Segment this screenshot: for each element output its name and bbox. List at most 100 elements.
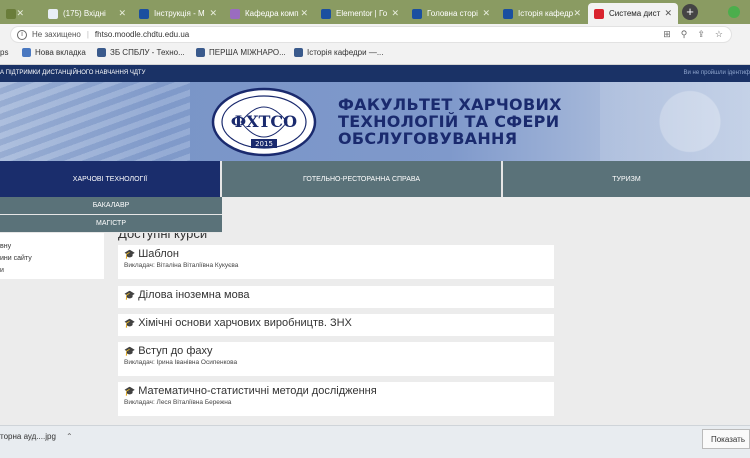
show-all-downloads-button[interactable]: Показать xyxy=(701,429,750,449)
course-teacher: Викладач: Ірина Іванівна Осипенкова xyxy=(124,359,238,366)
graduation-cap-icon: 🎓 xyxy=(124,248,136,259)
course-teacher: Викладач: Віталіна Віталіївна Кукуєва xyxy=(124,262,239,269)
course-title[interactable]: Хімічні основи харчових виробництв. ЗНХ xyxy=(138,317,352,329)
browser-tab-3[interactable]: Кафедра комп ✕ xyxy=(224,3,314,24)
bookmark-favicon-icon xyxy=(196,48,205,57)
address-bar-actions: ⊞ ⚲ ⇪ ☆ xyxy=(663,29,723,40)
tab-label: Головна сторі xyxy=(427,9,478,18)
faculty-banner: ФХТСО 2015 ФАКУЛЬТЕТ ХАРЧОВИХ ТЕХНОЛОГІЙ… xyxy=(0,82,750,161)
browser-tab-0[interactable]: ✕ xyxy=(0,3,30,24)
course-teacher: Викладач: Леся Віталіївна Бережна xyxy=(124,399,232,406)
download-item[interactable]: торна ауд....jpg xyxy=(0,432,56,441)
faculty-title-line: ТЕХНОЛОГІЙ ТА СФЕРИ xyxy=(338,112,560,131)
url-text[interactable]: fhtso.moodle.chdtu.edu.ua xyxy=(95,30,189,39)
divider: | xyxy=(86,30,89,39)
bookmark-label: ЗБ СПБЛУ - Техно... xyxy=(110,48,185,57)
chevron-up-icon[interactable]: ⌃ xyxy=(66,432,73,441)
sidebar-item[interactable]: и xyxy=(0,265,104,277)
tab-label: Система дист xyxy=(609,9,661,18)
bookmark-item[interactable]: ps xyxy=(0,48,8,57)
nav-item-tourism[interactable]: ТУРИЗМ xyxy=(503,161,750,197)
logo-letters: ФХТСО xyxy=(231,112,297,131)
nav-item-hotel-restaurant[interactable]: ГОТЕЛЬНО-РЕСТОРАННА СПРАВА xyxy=(222,161,503,197)
bookmarks-bar: ps Нова вкладка ЗБ СПБЛУ - Техно... ПЕРШ… xyxy=(0,44,750,65)
close-icon[interactable]: ✕ xyxy=(573,8,581,19)
course-title[interactable]: Математично-статистичні методи досліджен… xyxy=(138,385,377,397)
course-title[interactable]: Вступ до фаху xyxy=(138,345,212,357)
tab-favicon-icon xyxy=(321,8,331,19)
bookmark-item[interactable]: Нова вкладка xyxy=(22,48,86,57)
sidebar-block: вну ини сайту и xyxy=(0,233,104,279)
browser-toolbar: i Не захищено | fhtso.moodle.chdtu.edu.u… xyxy=(0,24,750,44)
graduation-cap-icon: 🎓 xyxy=(124,385,136,396)
graduation-cap-icon: 🎓 xyxy=(124,289,136,300)
tab-favicon-icon xyxy=(412,8,422,19)
new-tab-button[interactable]: + xyxy=(682,4,698,20)
sidebar-item[interactable]: вну xyxy=(0,241,104,253)
dropdown-item-master[interactable]: МАГІСТР xyxy=(0,215,222,233)
close-icon[interactable]: ✕ xyxy=(300,8,308,19)
graduation-cap-icon: 🎓 xyxy=(124,317,136,328)
close-icon[interactable]: ✕ xyxy=(118,8,126,19)
close-icon[interactable]: ✕ xyxy=(391,8,399,19)
login-status[interactable]: Ви не пройшли ідентиф xyxy=(684,70,750,76)
bookmark-favicon-icon xyxy=(22,48,31,57)
bookmark-label: ПЕРША МІЖНАРО... xyxy=(209,48,286,57)
faculty-logo: ФХТСО 2015 xyxy=(211,87,317,157)
close-icon[interactable]: ✕ xyxy=(16,8,24,19)
site-name[interactable]: А ПІДТРИМКИ ДИСТАНЦІЙНОГО НАВЧАННЯ ЧДТУ xyxy=(0,70,145,76)
graduation-cap-icon: 🎓 xyxy=(124,345,136,356)
sidebar-item[interactable]: ини сайту xyxy=(0,253,104,265)
bookmark-item[interactable]: Історія кафедри —... xyxy=(294,48,383,57)
bookmark-label: ps xyxy=(0,48,9,57)
faculty-title-line: ФАКУЛЬТЕТ ХАРЧОВИХ xyxy=(338,95,562,114)
browser-tab-active[interactable]: Система дист ✕ xyxy=(588,3,678,24)
logo-year: 2015 xyxy=(255,140,273,148)
faculty-title-line: ОБСЛУГОВУВАННЯ xyxy=(338,129,518,148)
dropdown-item-bachelor[interactable]: БАКАЛАВР xyxy=(0,197,222,215)
close-icon[interactable]: ✕ xyxy=(482,8,490,19)
bookmark-star-icon[interactable]: ☆ xyxy=(715,29,723,40)
address-bar[interactable]: i Не захищено | fhtso.moodle.chdtu.edu.u… xyxy=(10,26,732,43)
tab-favicon-icon xyxy=(230,8,240,19)
faculty-title: ФАКУЛЬТЕТ ХАРЧОВИХ ТЕХНОЛОГІЙ ТА СФЕРИ О… xyxy=(338,96,598,147)
course-card[interactable]: 🎓 Вступ до фаху Викладач: Ірина Іванівна … xyxy=(118,342,554,376)
course-card[interactable]: 🎓 Ділова іноземна мова xyxy=(118,286,554,308)
translate-icon[interactable]: ⊞ xyxy=(663,29,671,40)
browser-tab-5[interactable]: Головна сторі ✕ xyxy=(406,3,496,24)
bookmark-item[interactable]: ЗБ СПБЛУ - Техно... xyxy=(97,48,185,57)
tab-label: Історія кафедр xyxy=(518,9,574,18)
tab-label: Кафедра комп xyxy=(245,9,299,18)
course-title[interactable]: Шаблон xyxy=(138,248,179,260)
moodle-icon xyxy=(594,8,604,19)
browser-tab-6[interactable]: Історія кафедр ✕ xyxy=(497,3,587,24)
bookmark-item[interactable]: ПЕРША МІЖНАРО... xyxy=(196,48,286,57)
tab-label: (175) Вхідні xyxy=(63,9,106,18)
browser-tab-1[interactable]: (175) Вхідні ✕ xyxy=(42,3,132,24)
bookmark-favicon-icon xyxy=(97,48,106,57)
nav-item-food-technologies[interactable]: ХАРЧОВІ ТЕХНОЛОГІЇ xyxy=(0,161,222,197)
tab-favicon-icon xyxy=(139,8,149,19)
close-icon[interactable]: ✕ xyxy=(209,8,217,19)
downloads-bar: торна ауд....jpg ⌃ Показать xyxy=(0,425,750,458)
tab-label: Elementor | Го xyxy=(336,9,388,18)
banner-background-image xyxy=(0,82,190,161)
gmail-icon xyxy=(48,8,58,19)
bookmark-label: Нова вкладка xyxy=(35,48,86,57)
zoom-icon[interactable]: ⚲ xyxy=(681,29,688,40)
extension-icon[interactable] xyxy=(728,6,740,18)
browser-tab-4[interactable]: Elementor | Го ✕ xyxy=(315,3,405,24)
tab-favicon-icon xyxy=(6,8,16,19)
share-icon[interactable]: ⇪ xyxy=(697,29,705,40)
tab-favicon-icon xyxy=(503,8,513,19)
bookmark-label: Історія кафедри —... xyxy=(307,48,384,57)
browser-tab-2[interactable]: Інструкція - М ✕ xyxy=(133,3,223,24)
info-icon[interactable]: i xyxy=(17,29,27,40)
tab-label: Інструкція - М xyxy=(154,9,205,18)
course-card[interactable]: 🎓 Хімічні основи харчових виробництв. ЗНХ xyxy=(118,314,554,336)
nav-dropdown-menu: БАКАЛАВР МАГІСТР xyxy=(0,197,222,233)
close-icon[interactable]: ✕ xyxy=(664,8,672,19)
course-card[interactable]: 🎓 Математично-статистичні методи дослідже… xyxy=(118,382,554,416)
course-title[interactable]: Ділова іноземна мова xyxy=(138,289,249,301)
course-card[interactable]: 🎓 Шаблон Викладач: Віталіна Віталіївна Ку… xyxy=(118,245,554,279)
